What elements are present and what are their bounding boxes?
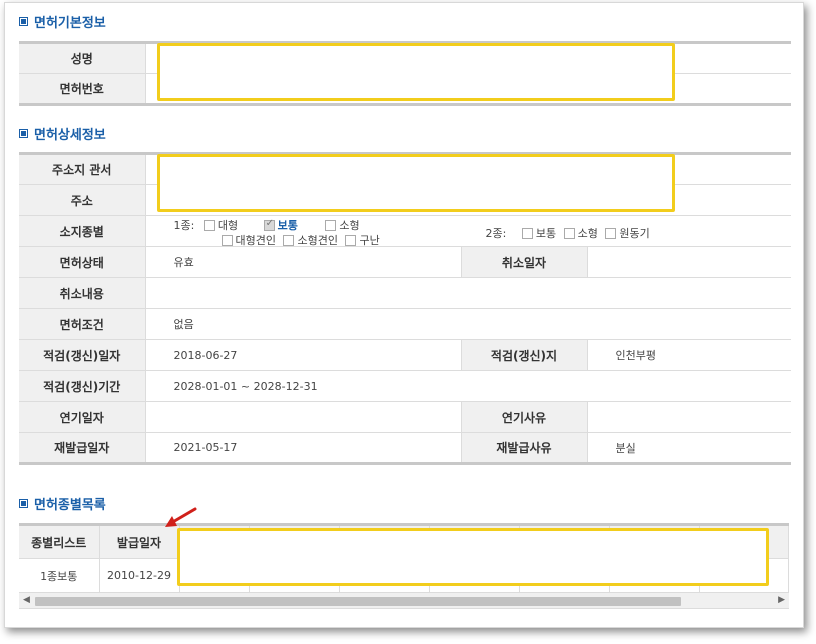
license-no-label: 면허번호 bbox=[19, 73, 146, 105]
reissue-date-label: 재발급일자 bbox=[19, 432, 146, 464]
cancel-content-value bbox=[145, 277, 791, 309]
table-row: 연기일자 연기사유 bbox=[19, 401, 791, 433]
status-value: 유효 bbox=[145, 246, 462, 278]
section-title-list-text: 면허종별목록 bbox=[34, 497, 106, 513]
delay-reason-value bbox=[587, 401, 791, 433]
section-title-list: 면허종별목록 bbox=[19, 493, 106, 513]
cancel-content-label: 취소내용 bbox=[19, 277, 146, 309]
cell-issue-date: 2010-12-29 bbox=[99, 558, 180, 593]
type1-normal-checkbox[interactable] bbox=[263, 218, 275, 231]
renewal-period-label: 적검(갱신)기간 bbox=[19, 370, 146, 402]
type2-line: 2종: 보통 소형 원동기 bbox=[486, 225, 654, 241]
table-row: 재발급일자 2021-05-17 재발급사유 분실 bbox=[19, 432, 791, 464]
type2-small-label: 소형 bbox=[577, 227, 598, 240]
table-row: 적검(갱신)일자 2018-06-27 적검(갱신)지 인천부평 bbox=[19, 339, 791, 371]
cancel-date-label: 취소일자 bbox=[461, 246, 588, 278]
renewal-place-value: 인천부평 bbox=[587, 339, 791, 371]
reissue-date-value: 2021-05-17 bbox=[145, 432, 462, 464]
type1-wrecker-checkbox[interactable] bbox=[345, 235, 357, 246]
section-title-basic-text: 면허기본정보 bbox=[34, 15, 106, 31]
name-label: 성명 bbox=[19, 42, 146, 74]
table-row: 면허상태 유효 취소일자 bbox=[19, 246, 791, 278]
type2-small-checkbox[interactable] bbox=[563, 228, 575, 239]
license-type-cell: 1종: 대형 보통 소형 대형견인 소형견인 구난 2종: 보통 소형 원동기 bbox=[145, 215, 791, 248]
type1-large-tow-checkbox[interactable] bbox=[221, 235, 233, 246]
renewal-place-label: 적검(갱신)지 bbox=[461, 339, 588, 371]
license-info-panel: 면허기본정보 성명 면허번호 면허상세정보 주소지 관서 주소 소지종별 1종:… bbox=[4, 2, 804, 628]
type2-normal-checkbox[interactable] bbox=[521, 228, 533, 239]
redaction-box-address bbox=[157, 154, 675, 212]
type1-small-tow-label: 소형견인 bbox=[297, 234, 338, 247]
type1-normal-label: 보통 bbox=[277, 219, 298, 232]
type1-small-checkbox[interactable] bbox=[325, 220, 337, 231]
address-office-label: 주소지 관서 bbox=[19, 153, 146, 185]
delay-reason-label: 연기사유 bbox=[461, 401, 588, 433]
delay-date-value bbox=[145, 401, 462, 433]
type2-moped-label: 원동기 bbox=[619, 227, 650, 240]
condition-label: 면허조건 bbox=[19, 308, 146, 340]
table-row: 면허조건 없음 bbox=[19, 308, 791, 340]
type1-large-tow-label: 대형견인 bbox=[235, 234, 276, 247]
type1-large-checkbox[interactable] bbox=[203, 220, 215, 231]
scroll-left-arrow-icon[interactable]: ◀ bbox=[23, 595, 30, 605]
square-bullet-icon bbox=[19, 16, 28, 26]
cell-type: 1종보통 bbox=[19, 558, 100, 593]
condition-value: 없음 bbox=[145, 308, 791, 340]
square-bullet-icon bbox=[19, 498, 28, 508]
status-label: 면허상태 bbox=[19, 246, 146, 278]
col-header-type: 종별리스트 bbox=[19, 524, 100, 559]
address-label: 주소 bbox=[19, 184, 146, 216]
license-type-label: 소지종별 bbox=[19, 215, 146, 247]
renewal-date-label: 적검(갱신)일자 bbox=[19, 339, 146, 371]
type2-moped-checkbox[interactable] bbox=[605, 228, 617, 239]
horizontal-scrollbar[interactable]: ◀ ▶ bbox=[19, 592, 789, 609]
red-annotation-arrow-icon bbox=[165, 507, 197, 527]
cancel-date-value bbox=[587, 246, 791, 278]
section-title-detail-text: 면허상세정보 bbox=[34, 127, 106, 143]
reissue-reason-value: 분실 bbox=[587, 432, 791, 464]
table-row: 취소내용 bbox=[19, 277, 791, 309]
table-row: 소지종별 1종: 대형 보통 소형 대형견인 소형견인 구난 2종: 보통 소형 bbox=[19, 215, 791, 248]
type1-small-label: 소형 bbox=[339, 219, 360, 232]
type1-line2: 대형견인 소형견인 구난 bbox=[221, 232, 384, 248]
section-title-basic: 면허기본정보 bbox=[19, 11, 106, 31]
table-row: 적검(갱신)기간 2028-01-01 ~ 2028-12-31 bbox=[19, 370, 791, 402]
type1-line1: 1종: 대형 보통 소형 bbox=[174, 217, 364, 233]
type1-wrecker-label: 구난 bbox=[359, 234, 380, 247]
type2-prefix: 2종: bbox=[485, 227, 507, 240]
square-bullet-icon bbox=[19, 128, 28, 138]
redaction-box-basic bbox=[157, 43, 675, 101]
type2-normal-label: 보통 bbox=[535, 227, 557, 240]
type1-prefix: 1종: bbox=[173, 219, 195, 232]
delay-date-label: 연기일자 bbox=[19, 401, 146, 433]
scroll-right-arrow-icon[interactable]: ▶ bbox=[778, 595, 785, 605]
redaction-box-list bbox=[177, 528, 769, 586]
type1-small-tow-checkbox[interactable] bbox=[283, 235, 295, 246]
scrollbar-thumb[interactable] bbox=[35, 597, 681, 606]
reissue-reason-label: 재발급사유 bbox=[461, 432, 588, 464]
section-title-detail: 면허상세정보 bbox=[19, 123, 106, 143]
renewal-period-value: 2028-01-01 ~ 2028-12-31 bbox=[145, 370, 791, 402]
type1-large-label: 대형 bbox=[217, 219, 239, 232]
renewal-date-value: 2018-06-27 bbox=[145, 339, 462, 371]
